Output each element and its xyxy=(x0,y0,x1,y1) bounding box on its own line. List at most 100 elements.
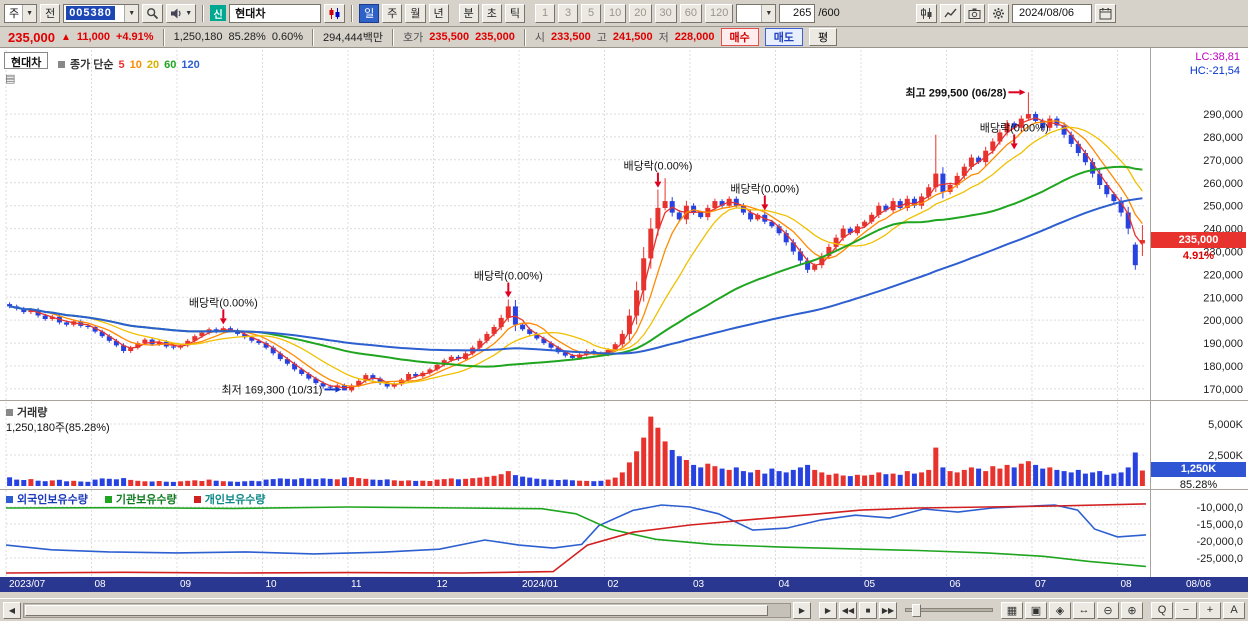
replay-rewind-button[interactable]: ◀◀ xyxy=(839,601,857,619)
screenshot-icon[interactable] xyxy=(964,3,985,23)
slider-knob[interactable] xyxy=(912,604,921,617)
zoom-out-icon[interactable]: ⊖ xyxy=(1097,601,1119,619)
low-price: 228,000 xyxy=(674,31,715,43)
zoom-in-icon[interactable]: ⊕ xyxy=(1121,601,1143,619)
search-icon[interactable] xyxy=(142,3,164,23)
chevron-down-icon[interactable]: ▼ xyxy=(22,4,37,22)
period-tick-button[interactable]: 틱 xyxy=(504,3,525,23)
svg-text:-15,000,0: -15,000,0 xyxy=(1197,519,1243,531)
h-move-icon[interactable]: ↔ xyxy=(1073,601,1095,619)
stock-code-value: 005380 xyxy=(66,6,115,20)
replay-play-button[interactable]: ▶ xyxy=(819,601,837,619)
ma120-label: 120 xyxy=(181,59,200,71)
chart-toolbar: 주 ▼ 전 005380 ▼ ▼ 신 현대차 일 주 월 년 분 초 틱 1 3… xyxy=(0,0,1248,27)
stock-code-input[interactable]: 005380 ▼ xyxy=(63,3,140,23)
x-axis-month-label: 04 xyxy=(778,579,790,590)
gear-icon[interactable] xyxy=(988,3,1009,23)
hoga-label: 호가 xyxy=(403,32,424,44)
ask-price: 235,500 xyxy=(429,31,470,43)
toolbar-divider xyxy=(202,4,205,22)
x-axis-month-label: 09 xyxy=(180,579,192,590)
chart-grid-icon[interactable]: ▦ xyxy=(1001,601,1023,619)
svg-text:배당락(0.00%): 배당락(0.00%) xyxy=(189,296,258,309)
zoom-minus-button[interactable]: − xyxy=(1175,601,1197,619)
svg-text:-10,000,0: -10,000,0 xyxy=(1197,502,1243,514)
foreign-holdings-label: 외국인보유수량 xyxy=(6,494,88,506)
buy-button[interactable]: 매수 xyxy=(720,28,759,46)
chart-menu-icon[interactable]: ▤ xyxy=(5,72,15,85)
high-price: 241,500 xyxy=(612,31,653,43)
toolbar-divider xyxy=(351,4,354,22)
x-axis-strip: 2023/07 08 09 10 11 12 2024/01 02 03 04 05 06 07 08 08… xyxy=(0,577,1248,592)
sell-button[interactable]: 매도 xyxy=(764,28,803,46)
chevron-down-icon[interactable]: ▼ xyxy=(124,4,139,22)
auto-scale-button[interactable]: A xyxy=(1223,601,1245,619)
mini-candle-chart-icon[interactable] xyxy=(324,3,346,23)
replay-forward-button[interactable]: ▶▶ xyxy=(879,601,897,619)
svg-text:190,000: 190,000 xyxy=(1203,338,1243,350)
candle-count-value: 265 xyxy=(793,7,812,19)
period-type-value: 주 xyxy=(9,8,20,20)
candle-tool-icon[interactable] xyxy=(916,3,937,23)
minute-3-button[interactable]: 3 xyxy=(558,3,578,23)
svg-text:290,000: 290,000 xyxy=(1203,109,1243,121)
period-type-combo[interactable]: 주 ▼ xyxy=(4,3,38,23)
replay-stop-button[interactable]: ■ xyxy=(859,601,877,619)
chart-stock-tab[interactable]: 현대차 xyxy=(4,52,49,69)
period-month-button[interactable]: 월 xyxy=(405,3,426,23)
candle-count-input[interactable]: 265 xyxy=(779,3,816,23)
scroll-left-button[interactable]: ◀ xyxy=(3,601,21,619)
volume-pane-title: 거래량 xyxy=(6,404,47,420)
date-field[interactable]: 2024/08/06 xyxy=(1012,3,1092,23)
low-label: 저 xyxy=(658,32,669,44)
x-axis-month-label: 05 xyxy=(864,579,876,590)
minute-60-button[interactable]: 60 xyxy=(679,3,702,23)
trendline-tool-icon[interactable] xyxy=(940,3,961,23)
svg-text:배당락(0.00%): 배당락(0.00%) xyxy=(623,160,692,173)
minute-30-button[interactable]: 30 xyxy=(654,3,677,23)
zoom-q-button[interactable]: Q xyxy=(1151,601,1173,619)
period-year-button[interactable]: 년 xyxy=(428,3,449,23)
chart-option-combo[interactable]: ▼ xyxy=(736,3,777,23)
chart-style-icon[interactable]: ◈ xyxy=(1049,601,1071,619)
minute-5-button[interactable]: 5 xyxy=(581,3,601,23)
open-price: 233,500 xyxy=(550,31,591,43)
svg-text:270,000: 270,000 xyxy=(1203,155,1243,167)
chevron-down-icon[interactable]: ▼ xyxy=(761,4,776,22)
period-minute-button[interactable]: 분 xyxy=(458,3,479,23)
minute-20-button[interactable]: 20 xyxy=(629,3,652,23)
trade-value: 294,444백만 xyxy=(323,32,384,44)
open-label: 시 xyxy=(534,32,545,44)
stock-name-field: 현대차 xyxy=(229,3,322,23)
minute-1-button[interactable]: 1 xyxy=(535,3,555,23)
divider xyxy=(392,28,395,46)
scrollbar-thumb[interactable] xyxy=(25,604,769,616)
svg-text:배당락(0.00%): 배당락(0.00%) xyxy=(474,270,543,283)
period-week-button[interactable]: 주 xyxy=(382,3,403,23)
lc-indicator: LC:38,81 xyxy=(1195,51,1240,63)
sound-alert-icon[interactable]: ▼ xyxy=(166,3,197,23)
divider xyxy=(162,28,165,46)
prev-stock-button[interactable]: 전 xyxy=(40,3,61,23)
minute-10-button[interactable]: 10 xyxy=(604,3,627,23)
pane-separator[interactable] xyxy=(0,489,1248,490)
bid-price: 235,000 xyxy=(475,31,515,43)
minute-120-button[interactable]: 120 xyxy=(705,3,734,23)
up-arrow-icon: ▲ xyxy=(61,31,71,43)
calendar-icon[interactable] xyxy=(1095,3,1116,23)
avg-button[interactable]: 평 xyxy=(809,28,838,46)
svg-text:220,000: 220,000 xyxy=(1203,269,1243,281)
scroll-right-button[interactable]: ▶ xyxy=(793,601,811,619)
x-axis-month-label: 12 xyxy=(436,579,448,590)
pane-separator[interactable] xyxy=(0,400,1248,401)
candle-max-label: /600 xyxy=(818,7,840,19)
period-day-button[interactable]: 일 xyxy=(359,3,380,23)
axis-separator xyxy=(1150,48,1151,577)
period-second-button[interactable]: 초 xyxy=(481,3,502,23)
stock-chart-canvas[interactable]: .g{stroke:#dcdcdc;stroke-dasharray:2 2}.… xyxy=(0,48,1248,592)
zoom-plus-button[interactable]: + xyxy=(1199,601,1221,619)
turnover-ratio: 0.60% xyxy=(271,31,304,43)
pane-layout-icon[interactable]: ▣ xyxy=(1025,601,1047,619)
replay-speed-slider[interactable] xyxy=(905,604,993,617)
chart-h-scrollbar[interactable] xyxy=(23,602,791,618)
